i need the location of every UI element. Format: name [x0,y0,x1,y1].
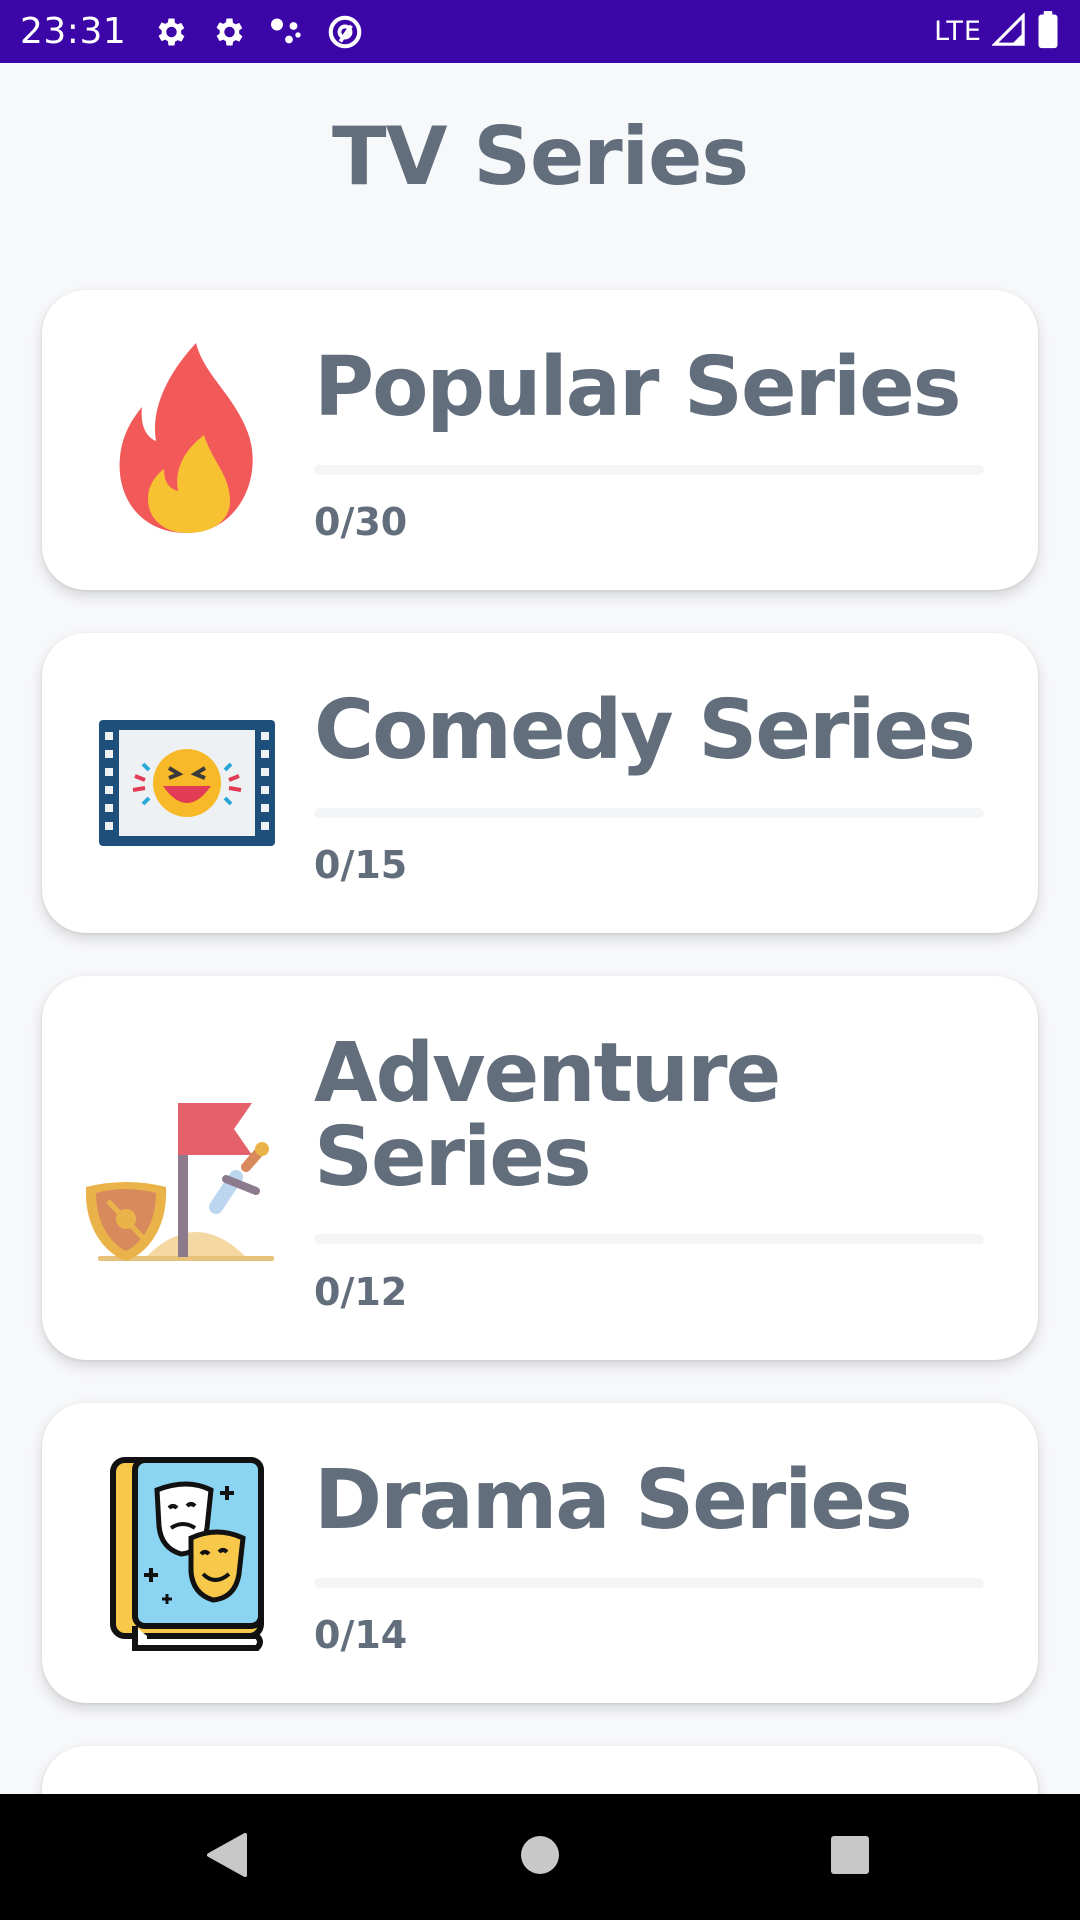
home-button[interactable] [470,1794,610,1920]
settings-icon [210,14,246,50]
at-sign-icon [326,13,364,51]
page-title: TV Series [332,110,749,203]
category-title: Popular Series [314,340,962,435]
category-count: 0/15 [314,843,408,887]
category-progress-bar [314,1578,984,1588]
drama-book-icon [82,1451,292,1661]
category-card-adventure[interactable]: Adventure Series 0/12 [42,976,1038,1360]
category-count: 0/30 [314,500,408,544]
assistant-dots-icon [268,14,304,50]
category-card-drama[interactable]: Drama Series 0/14 [42,1403,1038,1703]
category-card-popular[interactable]: Popular Series 0/30 [42,290,1038,590]
back-button[interactable] [156,1794,296,1920]
category-progress-bar [314,1234,984,1244]
signal-icon [991,11,1026,51]
category-card-comedy[interactable]: Comedy Series 0/15 [42,633,1038,933]
recents-button[interactable] [780,1794,920,1920]
home-icon [519,1834,561,1880]
fire-icon [82,332,292,542]
category-title: Adventure Series [314,1026,781,1205]
category-progress-bar [314,465,984,475]
category-count: 0/14 [314,1613,408,1657]
category-count: 0/12 [314,1270,408,1314]
navigation-bar [0,1794,1080,1920]
settings-icon [152,14,188,50]
comedy-film-icon [82,678,292,888]
status-bar: 23:31 LTE [0,0,1080,63]
adventure-flag-icon [86,1062,286,1272]
recents-icon [829,1834,871,1880]
network-type: LTE [934,16,982,47]
category-title: Comedy Series [314,683,976,778]
back-icon [203,1831,249,1883]
battery-icon [1036,10,1060,53]
category-title: Drama Series [314,1453,913,1548]
category-progress-bar [314,808,984,818]
status-time: 23:31 [20,11,127,52]
